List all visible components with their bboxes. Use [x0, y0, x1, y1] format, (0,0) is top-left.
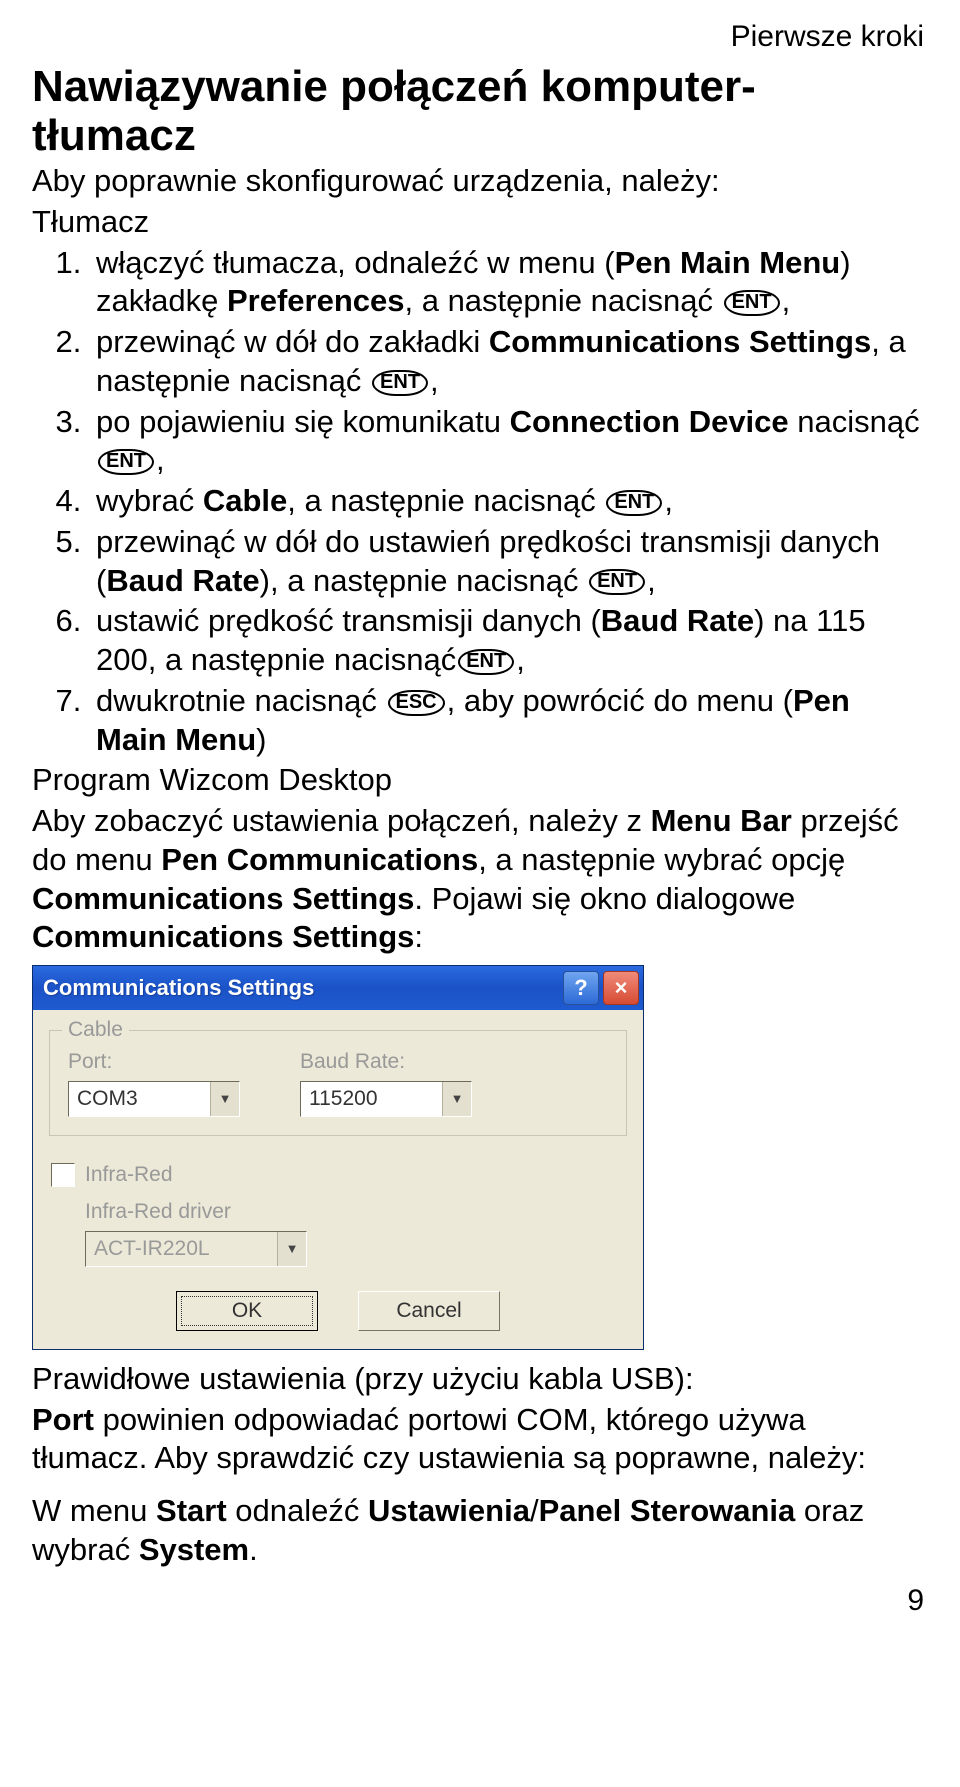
infra-driver-combobox: ACT-IR220L ▼ — [85, 1231, 307, 1267]
checkbox-box[interactable] — [51, 1163, 75, 1187]
infra-red-checkbox[interactable]: Infra-Red — [51, 1162, 627, 1188]
ok-button[interactable]: OK — [176, 1291, 318, 1331]
infra-red-label: Infra-Red — [85, 1162, 173, 1188]
chevron-down-icon: ▼ — [277, 1232, 306, 1266]
chevron-down-icon[interactable]: ▼ — [442, 1082, 471, 1116]
dialog-body: Cable Port: COM3 ▼ Baud Rate: 115200 ▼ — [33, 1010, 643, 1349]
intro-text-1: Aby poprawnie skonfigurować urządzenia, … — [32, 162, 928, 201]
page-number: 9 — [32, 1582, 928, 1620]
help-button[interactable]: ? — [563, 971, 599, 1005]
help-icon: ? — [574, 974, 587, 1002]
port-field: Port: COM3 ▼ — [68, 1049, 240, 1117]
infra-red-section: Infra-Red Infra-Red driver ACT-IR220L ▼ — [51, 1162, 627, 1267]
running-header: Pierwsze kroki — [32, 18, 928, 56]
step-3: po pojawieniu się komunikatu Connection … — [90, 403, 928, 481]
ent-key-icon: ENT — [98, 449, 154, 475]
infra-driver-label: Infra-Red driver — [85, 1199, 627, 1225]
communications-settings-dialog: Communications Settings ? × Cable Port: … — [32, 965, 644, 1350]
title-line2: tłumacz — [32, 111, 196, 160]
close-icon: × — [615, 974, 628, 1002]
step-5: przewinąć w dół do ustawień prędkości tr… — [90, 523, 928, 601]
cancel-button[interactable]: Cancel — [358, 1291, 500, 1331]
step-7: dwukrotnie nacisnąć ESC, aby powrócić do… — [90, 682, 928, 760]
baud-field: Baud Rate: 115200 ▼ — [300, 1049, 472, 1117]
step-4: wybrać Cable, a następnie nacisnąć ENT, — [90, 482, 928, 521]
port-label: Port: — [68, 1049, 240, 1075]
close-button[interactable]: × — [603, 971, 639, 1005]
step-2: przewinąć w dół do zakładki Communicatio… — [90, 323, 928, 401]
ent-key-icon: ENT — [589, 569, 645, 595]
port-value: COM3 — [69, 1086, 210, 1112]
steps-list: włączyć tłumacza, odnaleźć w menu (Pen M… — [32, 244, 928, 760]
ent-key-icon: ENT — [606, 490, 662, 516]
infra-driver-value: ACT-IR220L — [86, 1236, 277, 1262]
ent-key-icon: ENT — [724, 290, 780, 316]
dialog-button-bar: OK Cancel — [49, 1291, 627, 1331]
baud-value: 115200 — [301, 1086, 442, 1112]
ent-key-icon: ENT — [458, 649, 514, 675]
infra-driver-field: Infra-Red driver ACT-IR220L ▼ — [85, 1199, 627, 1267]
esc-key-icon: ESC — [388, 690, 445, 716]
ent-key-icon: ENT — [372, 370, 428, 396]
after-paragraph-3: W menu Start odnaleźć Ustawienia/Panel S… — [32, 1492, 928, 1570]
step-1: włączyć tłumacza, odnaleźć w menu (Pen M… — [90, 244, 928, 322]
cable-groupbox: Cable Port: COM3 ▼ Baud Rate: 115200 ▼ — [49, 1030, 627, 1136]
baud-combobox[interactable]: 115200 ▼ — [300, 1081, 472, 1117]
page-title: Nawiązywanie połączeń komputer- tłumacz — [32, 62, 928, 161]
cable-legend: Cable — [62, 1017, 129, 1043]
dialog-titlebar[interactable]: Communications Settings ? × — [33, 966, 643, 1010]
chevron-down-icon[interactable]: ▼ — [210, 1082, 239, 1116]
dialog-title: Communications Settings — [43, 974, 559, 1002]
step-6: ustawić prędkość transmisji danych (Baud… — [90, 602, 928, 680]
title-line1: Nawiązywanie połączeń komputer- — [32, 62, 756, 111]
after-paragraph-2: Port powinien odpowiadać portowi COM, kt… — [32, 1401, 928, 1479]
port-combobox[interactable]: COM3 ▼ — [68, 1081, 240, 1117]
after-paragraph-1: Prawidłowe ustawienia (przy użyciu kabla… — [32, 1360, 928, 1399]
baud-label: Baud Rate: — [300, 1049, 472, 1075]
program-paragraph: Aby zobaczyć ustawienia połączeń, należy… — [32, 802, 928, 957]
intro-text-2: Tłumacz — [32, 203, 928, 242]
program-heading: Program Wizcom Desktop — [32, 761, 928, 800]
